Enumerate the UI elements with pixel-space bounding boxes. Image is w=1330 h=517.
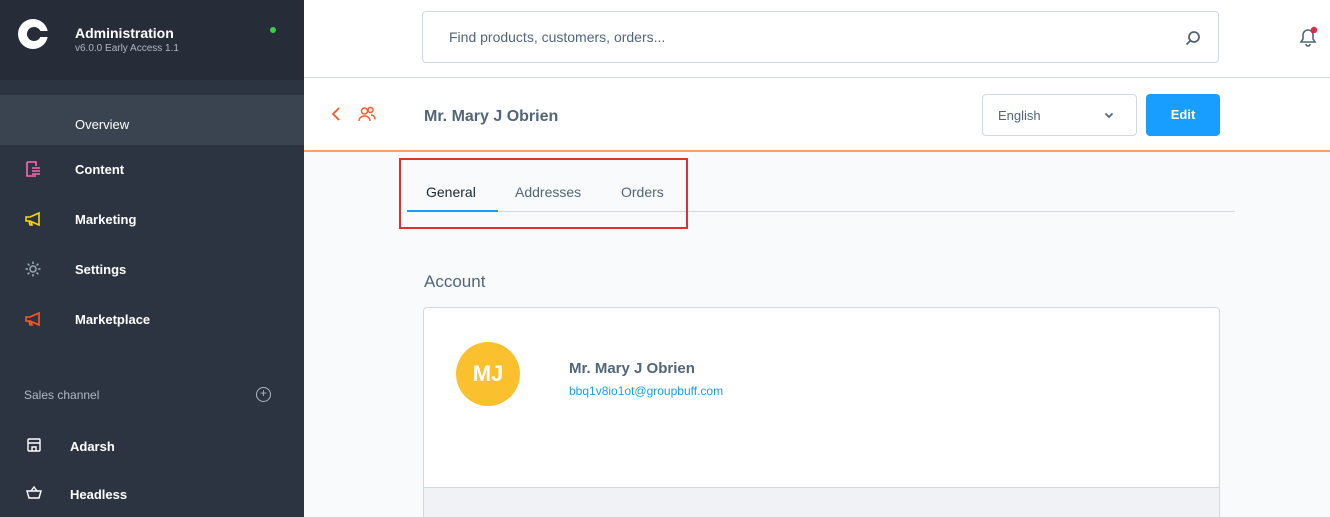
- smart-bar: Mr. Mary J Obrien English Edit: [304, 78, 1330, 152]
- sidebar-item-content[interactable]: Content: [0, 150, 304, 190]
- sidebar: Administration v6.0.0 Early Access 1.1 O…: [0, 0, 304, 517]
- shopware-logo[interactable]: [18, 19, 48, 49]
- add-sales-channel-button[interactable]: +: [256, 387, 271, 402]
- back-arrow-icon[interactable]: [330, 106, 342, 122]
- sidebar-item-label: Marketing: [75, 212, 137, 227]
- sidebar-item-label: Content: [75, 162, 125, 177]
- sidebar-item-settings[interactable]: Settings: [0, 250, 304, 290]
- sidebar-item-headless[interactable]: Headless: [0, 475, 304, 511]
- search-icon[interactable]: [1185, 30, 1201, 46]
- tabs-highlight-annotation: [399, 158, 688, 229]
- sidebar-item-label: Settings: [75, 262, 127, 277]
- megaphone-icon: [25, 311, 40, 327]
- status-indicator: [270, 27, 276, 33]
- megaphone-icon: [25, 211, 40, 227]
- sidebar-item-marketplace[interactable]: Marketplace: [0, 300, 304, 340]
- account-section-title: Account: [424, 272, 486, 291]
- sidebar-item-label: Headless: [70, 487, 128, 502]
- sidebar-item-overview[interactable]: Overview: [0, 95, 304, 145]
- card-footer: [424, 487, 1219, 517]
- customers-icon: [358, 106, 376, 122]
- sidebar-item-label: Overview: [75, 117, 130, 132]
- content-icon: [26, 161, 40, 177]
- notification-bell-icon[interactable]: [1297, 26, 1319, 48]
- customer-name: Mr. Mary J Obrien: [569, 360, 695, 377]
- top-bar: [304, 0, 1330, 78]
- basket-icon: [26, 485, 42, 499]
- chevron-down-icon: [1104, 112, 1114, 119]
- gear-icon: [25, 261, 41, 277]
- app-title: Administration: [75, 25, 174, 41]
- language-select[interactable]: English: [982, 94, 1137, 136]
- storefront-icon: [27, 438, 41, 452]
- language-select-value: English: [998, 108, 1041, 123]
- app-version: v6.0.0 Early Access 1.1: [75, 43, 179, 54]
- account-card: MJ Mr. Mary J Obrien bbq1v8io1ot@groupbu…: [423, 307, 1220, 517]
- sidebar-item-label: Adarsh: [70, 439, 115, 454]
- edit-button[interactable]: Edit: [1146, 94, 1220, 136]
- page-title: Mr. Mary J Obrien: [424, 108, 559, 125]
- sidebar-item-adarsh[interactable]: Adarsh: [0, 427, 304, 463]
- sales-channel-heading: Sales channel: [24, 388, 100, 402]
- sidebar-item-label: Marketplace: [75, 312, 151, 327]
- avatar: MJ: [456, 342, 520, 406]
- sidebar-header: Administration v6.0.0 Early Access 1.1: [0, 0, 304, 80]
- sidebar-item-marketing[interactable]: Marketing: [0, 200, 304, 240]
- search-input[interactable]: [423, 12, 1163, 62]
- customer-email-link[interactable]: bbq1v8io1ot@groupbuff.com: [569, 384, 723, 398]
- search-bar: [422, 11, 1219, 63]
